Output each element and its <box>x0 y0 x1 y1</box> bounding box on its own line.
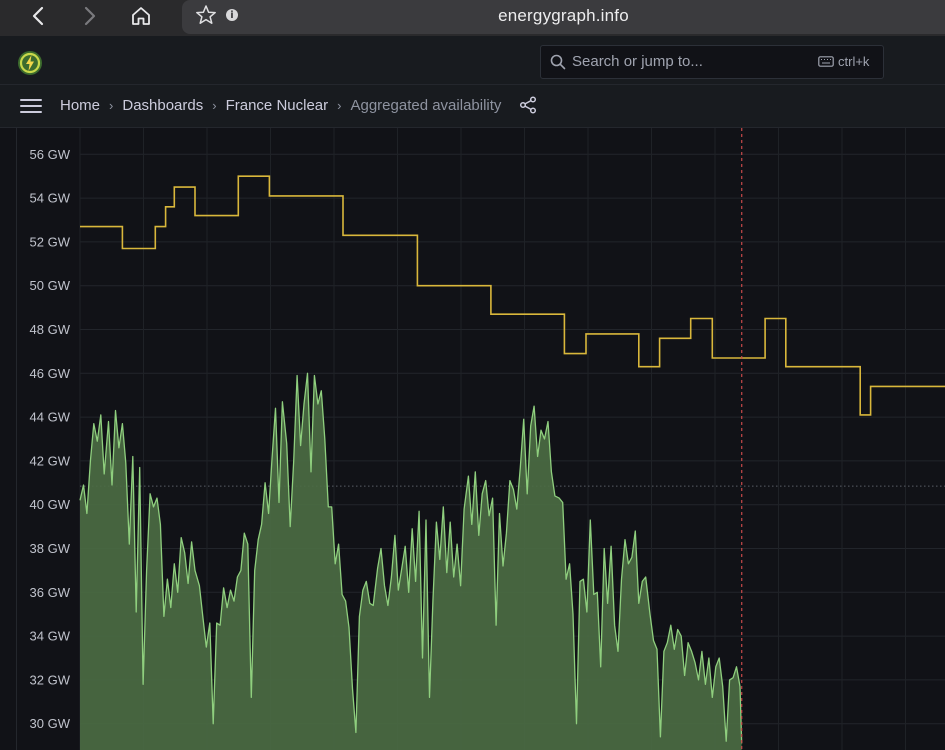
breadcrumb-separator-icon: › <box>109 97 114 113</box>
search-placeholder: Search or jump to... <box>572 53 703 70</box>
back-button[interactable] <box>22 0 54 32</box>
y-tick-label: 48 GW <box>30 322 71 337</box>
breadcrumb-dashboards[interactable]: Dashboards <box>122 97 203 114</box>
home-button[interactable] <box>125 0 157 32</box>
breadcrumb-current-page: Aggregated availability <box>350 96 502 114</box>
y-tick-label: 56 GW <box>30 147 71 162</box>
browser-toolbar: i energygraph.info <box>0 0 945 36</box>
y-tick-label: 36 GW <box>30 585 71 600</box>
url-text[interactable]: energygraph.info <box>182 6 945 26</box>
series-step-line <box>80 175 945 416</box>
share-icon[interactable] <box>519 96 537 114</box>
y-tick-label: 54 GW <box>30 191 71 206</box>
y-tick-label: 46 GW <box>30 366 71 381</box>
y-tick-label: 40 GW <box>30 497 71 512</box>
keyboard-icon <box>818 56 834 67</box>
breadcrumb-separator-icon: › <box>212 97 217 113</box>
availability-chart[interactable]: 56 GW 54 GW 52 GW 50 GW 48 GW 46 GW 44 GW 42 GW… <box>0 128 945 750</box>
search-input[interactable]: Search or jump to... ctrl+k <box>540 45 884 79</box>
forward-button[interactable] <box>74 0 106 32</box>
y-tick-label: 44 GW <box>30 410 71 425</box>
address-bar[interactable]: i energygraph.info <box>182 0 945 34</box>
chevron-right-icon <box>84 6 96 26</box>
breadcrumb-france-nuclear[interactable]: France Nuclear <box>226 97 329 114</box>
breadcrumb-bar: Home › Dashboards › France Nuclear › Agg… <box>0 85 945 128</box>
breadcrumb-separator-icon: › <box>337 97 342 113</box>
y-axis: 56 GW 54 GW 52 GW 50 GW 48 GW 46 GW 44 GW 42 GW… <box>30 147 71 731</box>
breadcrumb-home[interactable]: Home <box>60 97 100 114</box>
search-icon <box>550 54 566 70</box>
shortcut-hint: ctrl+k <box>838 54 870 69</box>
menu-icon[interactable] <box>20 98 42 114</box>
y-tick-label: 38 GW <box>30 541 71 556</box>
y-tick-label: 52 GW <box>30 234 71 249</box>
plot-area <box>79 128 945 750</box>
y-tick-label: 34 GW <box>30 629 71 644</box>
y-tick-label: 30 GW <box>30 716 71 731</box>
y-tick-label: 32 GW <box>30 672 71 687</box>
y-tick-label: 50 GW <box>30 278 71 293</box>
chevron-left-icon <box>32 6 44 26</box>
home-icon <box>132 7 150 25</box>
app-topbar: Search or jump to... ctrl+k <box>0 36 945 85</box>
energy-logo-icon[interactable] <box>16 49 44 77</box>
breadcrumb: Home › Dashboards › France Nuclear › Agg… <box>60 96 537 114</box>
y-tick-label: 42 GW <box>30 453 71 468</box>
